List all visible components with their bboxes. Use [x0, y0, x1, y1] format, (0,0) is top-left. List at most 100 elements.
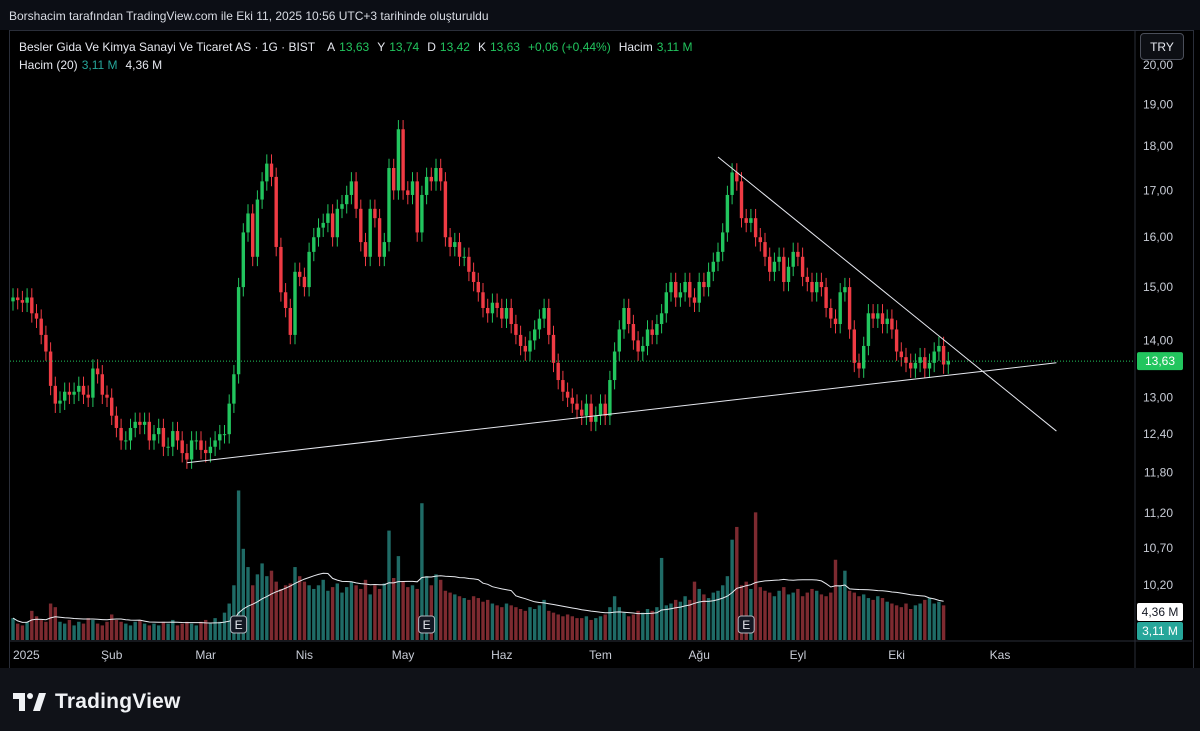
volume-bar — [815, 590, 819, 640]
x-tick-label: Tem — [589, 648, 612, 662]
volume-bar — [340, 592, 344, 640]
volume-bar — [119, 621, 123, 640]
candle-body — [692, 297, 697, 303]
volume-bar — [298, 576, 302, 640]
volume-bar — [133, 621, 137, 640]
volume-bar — [909, 609, 913, 640]
candle-body — [453, 242, 457, 247]
volume-bar — [561, 616, 565, 640]
volume-bar — [927, 598, 932, 640]
volume-bar — [251, 585, 255, 640]
volume-bar — [114, 619, 119, 640]
legend-close-value: 13,63 — [489, 40, 520, 54]
candle-body — [786, 266, 791, 282]
candle-body — [584, 403, 589, 416]
candle-body — [373, 208, 377, 219]
candle-body — [185, 453, 189, 460]
volume-bar — [833, 559, 838, 640]
candle-body — [946, 361, 950, 365]
volume-bar — [894, 605, 899, 640]
candle-body — [269, 163, 274, 177]
volume-bar — [838, 585, 842, 640]
candle-body — [255, 199, 260, 257]
volume-bar — [876, 596, 880, 640]
y-tick-label: 10,70 — [1143, 541, 1173, 555]
legend-open-label: A — [327, 40, 336, 54]
volume-bar — [918, 603, 922, 640]
candle-body — [528, 340, 532, 352]
volume-bar — [157, 625, 161, 640]
volume-bar — [457, 596, 462, 640]
y-tick-label: 10,20 — [1143, 578, 1173, 592]
x-tick-label: Nis — [296, 648, 313, 662]
volume-bar — [91, 619, 95, 640]
legend-close-label: K — [477, 40, 486, 54]
volume-bar — [368, 594, 372, 640]
candle-body — [298, 271, 302, 277]
volume-bar — [674, 599, 678, 640]
volume-bar — [570, 616, 574, 640]
last-price-label: 13,63 — [1145, 354, 1175, 368]
earnings-marker-label: E — [235, 618, 243, 632]
volume-bar — [636, 610, 640, 640]
candle-body — [20, 300, 25, 303]
candle-body — [862, 345, 866, 369]
candle-body — [486, 307, 490, 314]
candle-body — [580, 409, 584, 416]
volume-bar — [406, 587, 410, 640]
volume-bar — [218, 621, 222, 640]
candle-body — [44, 334, 48, 352]
candle-body — [232, 374, 236, 404]
volume-bar — [890, 603, 894, 640]
price-chart[interactable]: 20,0019,0018,0017,0016,0015,0014,0013,00… — [0, 0, 1200, 731]
volume-bar — [312, 588, 316, 640]
legend-ma-label[interactable]: Hacim (20) — [19, 56, 78, 74]
brand-name: TradingView — [55, 690, 181, 713]
candle-body — [847, 287, 852, 330]
volume-bar — [20, 625, 25, 640]
candle-body — [316, 227, 321, 238]
volume-bar — [194, 625, 198, 640]
candle-body — [800, 256, 805, 277]
candle-body — [63, 391, 67, 401]
volume-bar — [711, 592, 715, 640]
y-tick-label: 12,40 — [1143, 427, 1173, 441]
volume-bar — [847, 590, 852, 640]
volume-bar — [913, 605, 918, 640]
candle-body — [819, 281, 824, 288]
volume-bar — [706, 598, 711, 640]
volume-bar — [180, 623, 184, 640]
volume-bar — [189, 623, 194, 640]
volume-bar — [453, 594, 457, 640]
candle-body — [876, 313, 880, 319]
volume-bar — [443, 590, 448, 640]
currency-button[interactable]: TRY — [1140, 33, 1184, 60]
candle-body — [509, 307, 513, 325]
y-tick-label: 17,00 — [1143, 183, 1173, 197]
volume-bar — [697, 588, 701, 640]
candle-body — [608, 380, 612, 416]
volume-bar — [603, 614, 607, 640]
candle-body — [204, 449, 208, 454]
candle-body — [293, 271, 297, 335]
volume-bar — [518, 609, 523, 640]
candle-body — [941, 345, 946, 365]
volume-bar — [528, 607, 532, 640]
candle-body — [382, 242, 386, 257]
candle-body — [53, 385, 57, 404]
volume-bar — [255, 574, 260, 640]
volume-bar — [824, 596, 828, 640]
candle-body — [631, 324, 636, 341]
candle-body — [34, 313, 39, 319]
candle-body — [265, 163, 269, 182]
candle-body — [392, 168, 396, 191]
volume-bar — [171, 619, 175, 640]
volume-bar — [899, 607, 903, 640]
support-trendline — [186, 362, 1057, 464]
candle-body — [805, 276, 809, 282]
candle-body — [523, 345, 527, 352]
volume-bar — [796, 588, 800, 640]
legend-symbol-title[interactable]: Besler Gida Ve Kimya Sanayi Ve Ticaret A… — [19, 38, 315, 56]
candle-body — [890, 318, 894, 330]
candle-body — [81, 385, 86, 395]
